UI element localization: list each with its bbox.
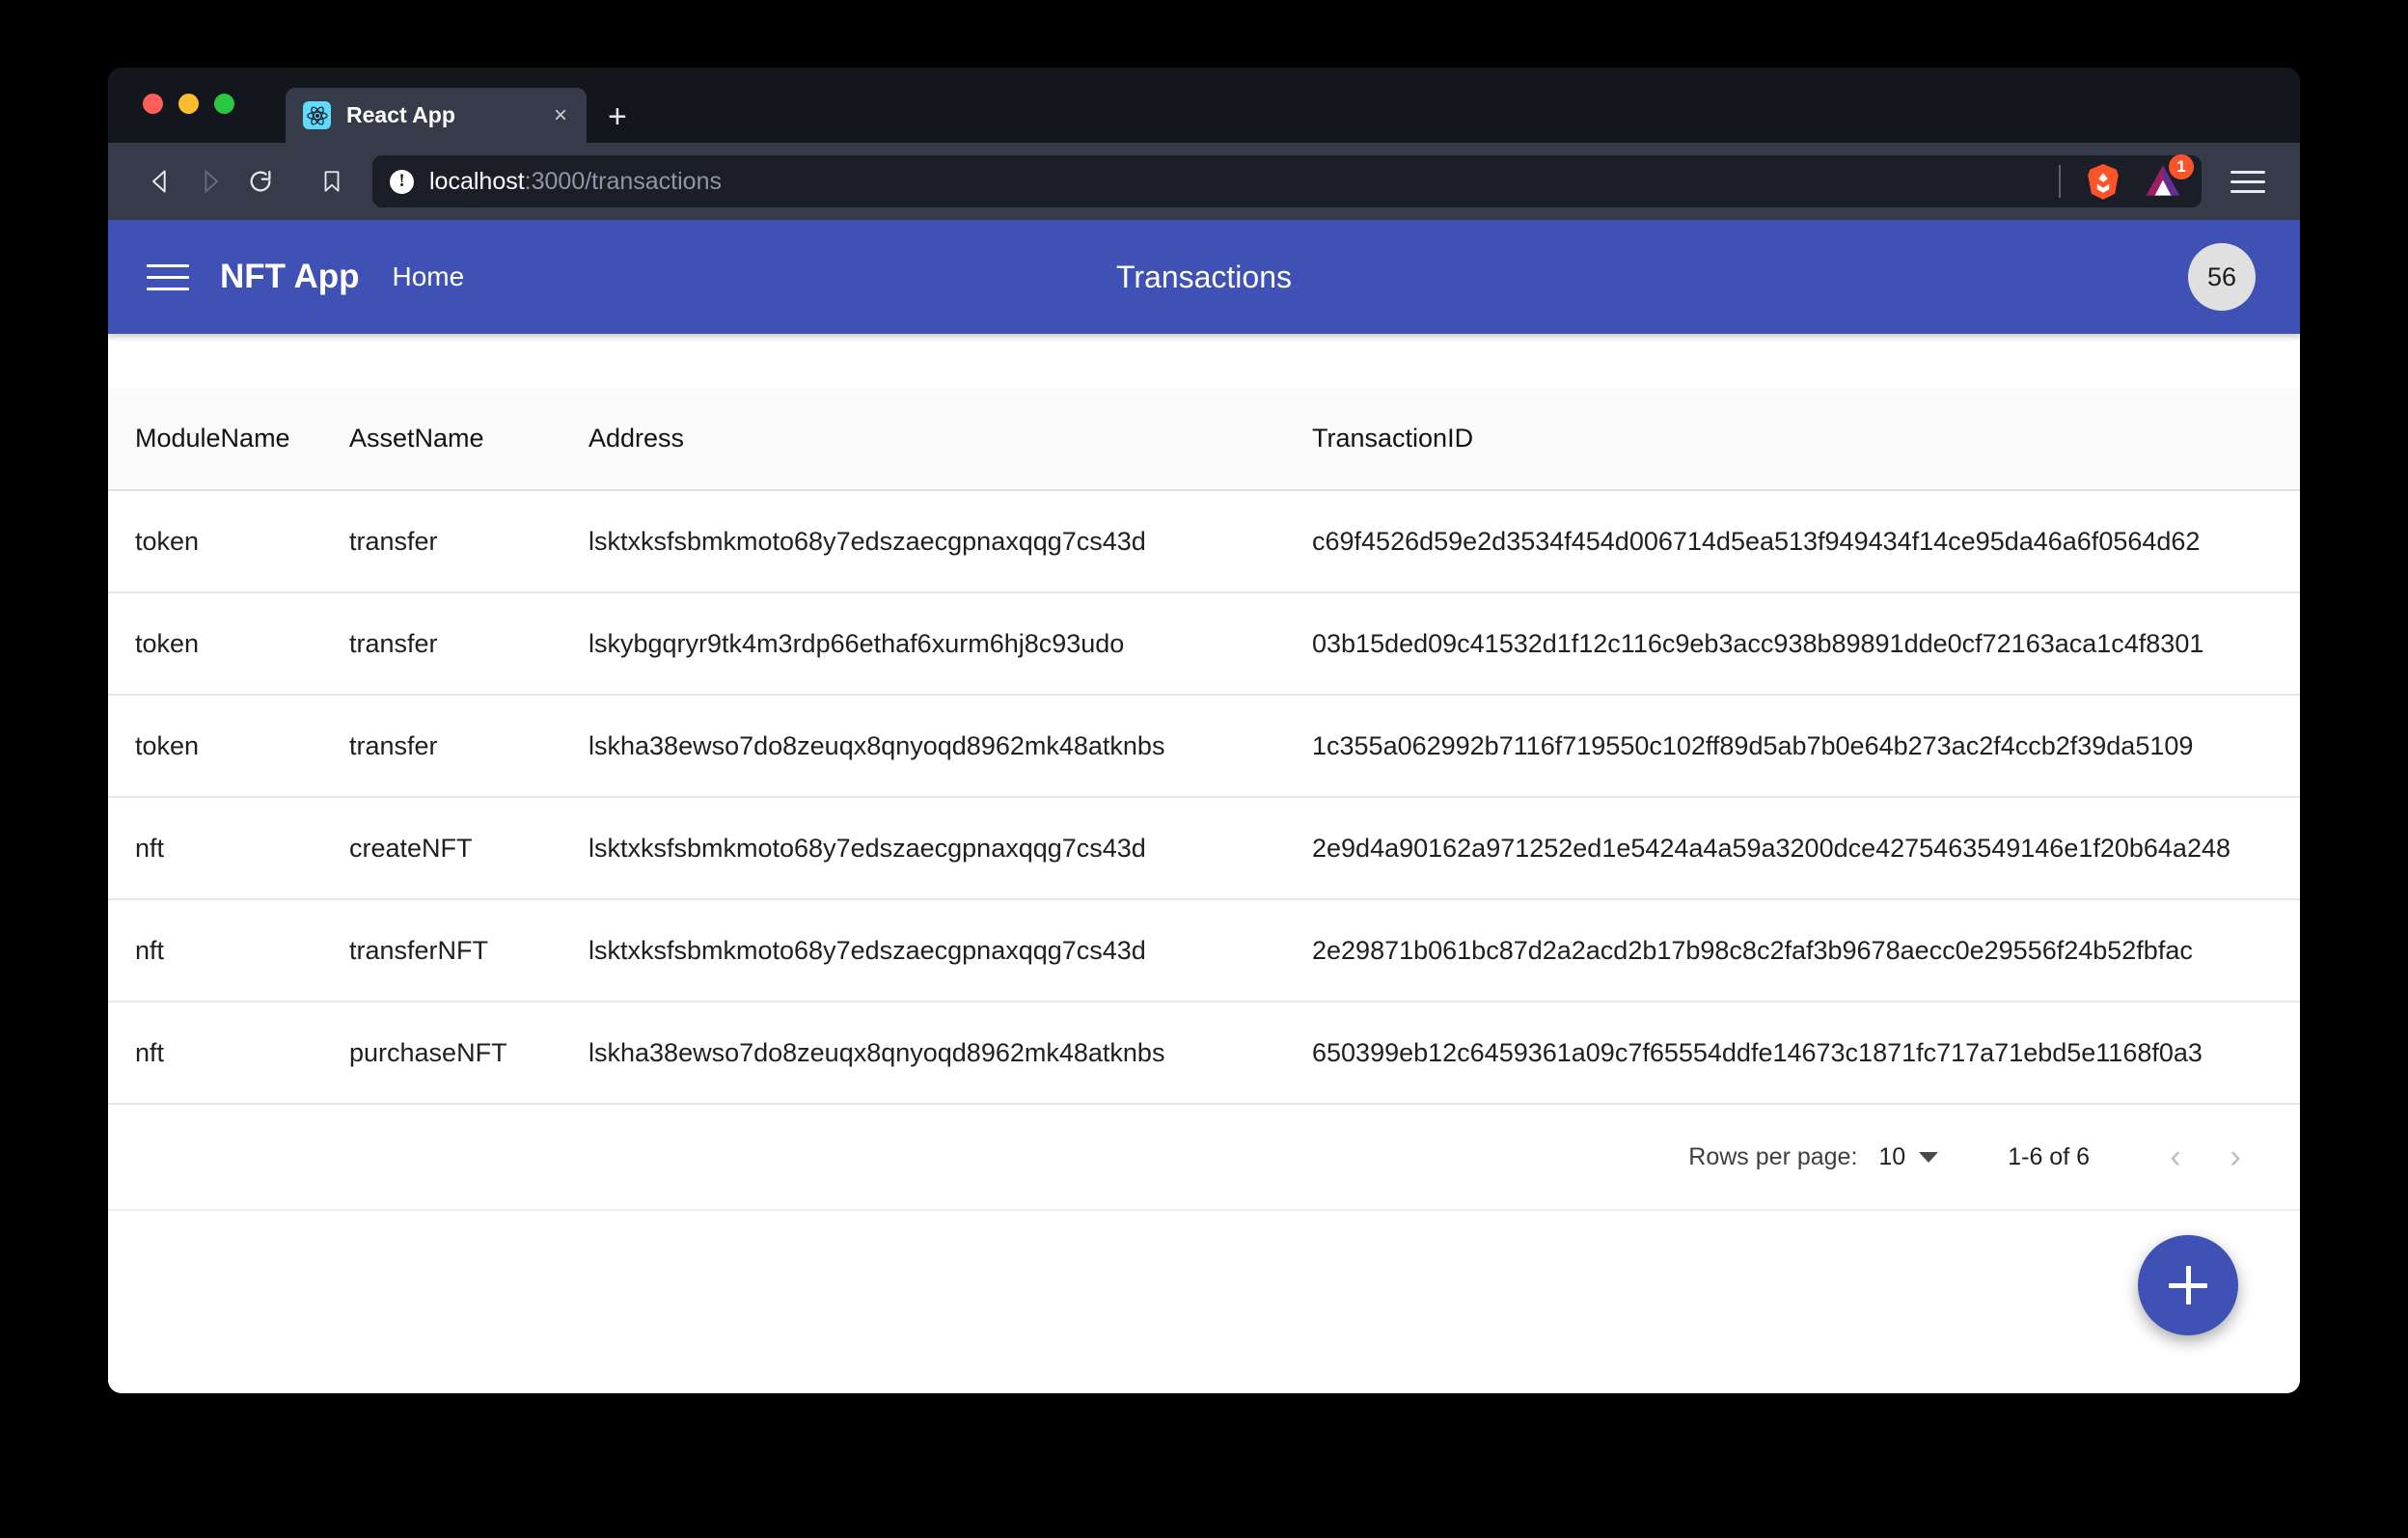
browser-menu-icon[interactable] (2230, 159, 2275, 204)
cell-modulename: token (108, 695, 349, 797)
minimize-window-button[interactable] (178, 94, 199, 114)
maximize-window-button[interactable] (214, 94, 234, 114)
app-brand: NFT App (220, 258, 360, 296)
cell-transactionid: 2e9d4a90162a971252ed1e5424a4a59a3200dce4… (1312, 797, 2300, 899)
page-viewport: NFT App Home Transactions 56 ModuleName … (108, 220, 2300, 1393)
url-path: :3000/transactions (525, 168, 722, 195)
bookmark-icon[interactable] (307, 156, 357, 206)
cell-assetname: purchaseNFT (349, 1002, 588, 1104)
transactions-table-container: ModuleName AssetName Address Transaction… (108, 388, 2300, 1105)
browser-tab-title: React App (346, 102, 548, 128)
cell-modulename: token (108, 490, 349, 592)
url-host: localhost (429, 168, 525, 195)
cell-modulename: nft (108, 1002, 349, 1104)
table-row[interactable]: nft purchaseNFT lskha38ewso7do8zeuqx8qny… (108, 1002, 2300, 1104)
add-transaction-fab[interactable] (2138, 1235, 2238, 1335)
table-body: token transfer lsktxksfsbmkmoto68y7edsza… (108, 490, 2300, 1104)
cell-modulename: nft (108, 797, 349, 899)
table-row[interactable]: token transfer lskha38ewso7do8zeuqx8qnyo… (108, 695, 2300, 797)
forward-arrow-icon (185, 156, 235, 206)
table-header-row: ModuleName AssetName Address Transaction… (108, 388, 2300, 490)
cell-modulename: nft (108, 899, 349, 1002)
browser-window: React App × + ! localhost:3000/transacti… (108, 68, 2300, 1393)
not-secure-icon[interactable]: ! (390, 170, 414, 194)
browser-toolbar: ! localhost:3000/transactions 1 (108, 143, 2300, 220)
close-tab-button[interactable]: × (548, 100, 573, 131)
toolbar-divider (2059, 165, 2061, 198)
cell-address: lsktxksfsbmkmoto68y7edszaecgpnaxqqg7cs43… (588, 899, 1312, 1002)
rows-per-page-value: 10 (1878, 1143, 1905, 1171)
cell-address: lsktxksfsbmkmoto68y7edszaecgpnaxqqg7cs43… (588, 490, 1312, 592)
close-window-button[interactable] (143, 94, 163, 114)
address-bar[interactable]: ! localhost:3000/transactions 1 (372, 155, 2202, 207)
page-bottom-area (108, 1211, 2300, 1393)
cell-modulename: token (108, 592, 349, 695)
browser-tab-strip: React App × + (108, 68, 2300, 143)
back-arrow-icon[interactable] (135, 156, 185, 206)
cell-transactionid: 2e29871b061bc87d2a2acd2b17b98c8c2faf3b96… (1312, 899, 2300, 1002)
column-header-transactionid[interactable]: TransactionID (1312, 388, 2300, 490)
cell-address: lskha38ewso7do8zeuqx8qnyoqd8962mk48atknb… (588, 695, 1312, 797)
table-head: ModuleName AssetName Address Transaction… (108, 388, 2300, 490)
cell-assetname: transfer (349, 695, 588, 797)
bat-badge-count: 1 (2169, 154, 2194, 179)
pagination-range: 1-6 of 6 (2008, 1143, 2090, 1171)
cell-address: lskha38ewso7do8zeuqx8qnyoqd8962mk48atknb… (588, 1002, 1312, 1104)
cell-transactionid: c69f4526d59e2d3534f454d006714d5ea513f949… (1312, 490, 2300, 592)
column-header-assetname[interactable]: AssetName (349, 388, 588, 490)
react-logo-icon (303, 101, 331, 129)
plus-icon-vertical (2186, 1266, 2191, 1305)
table-row[interactable]: nft transferNFT lsktxksfsbmkmoto68y7edsz… (108, 899, 2300, 1002)
new-tab-button[interactable]: + (608, 100, 627, 133)
cell-transactionid: 1c355a062992b7116f719550c102ff89d5ab7b0e… (1312, 695, 2300, 797)
address-bar-text: localhost:3000/transactions (429, 168, 722, 196)
cell-assetname: createNFT (349, 797, 588, 899)
window-controls (143, 94, 234, 114)
cell-transactionid: 03b15ded09c41532d1f12c116c9eb3acc938b898… (1312, 592, 2300, 695)
cell-address: lskybgqryr9tk4m3rdp66ethaf6xurm6hj8c93ud… (588, 592, 1312, 695)
app-menu-icon[interactable] (147, 253, 195, 301)
bat-triangle-icon[interactable]: 1 (2142, 160, 2184, 203)
cell-assetname: transferNFT (349, 899, 588, 1002)
table-row[interactable]: token transfer lsktxksfsbmkmoto68y7edsza… (108, 490, 2300, 592)
browser-tab[interactable]: React App × (286, 88, 587, 143)
content-spacer (108, 334, 2300, 388)
brave-lion-icon[interactable] (2082, 160, 2124, 203)
cell-assetname: transfer (349, 592, 588, 695)
column-header-address[interactable]: Address (588, 388, 1312, 490)
previous-page-button[interactable]: ‹ (2146, 1127, 2205, 1187)
table-pagination: Rows per page: 10 1-6 of 6 ‹ › (108, 1105, 2300, 1211)
cell-transactionid: 650399eb12c6459361a09c7f65554ddfe14673c1… (1312, 1002, 2300, 1104)
transactions-table: ModuleName AssetName Address Transaction… (108, 388, 2300, 1105)
reload-icon[interactable] (235, 156, 286, 206)
rows-per-page-select[interactable]: 10 (1878, 1143, 1938, 1171)
chevron-down-icon (1919, 1152, 1938, 1163)
table-row[interactable]: token transfer lskybgqryr9tk4m3rdp66etha… (108, 592, 2300, 695)
app-header: NFT App Home Transactions 56 (108, 220, 2300, 334)
cell-address: lsktxksfsbmkmoto68y7edszaecgpnaxqqg7cs43… (588, 797, 1312, 899)
next-page-button[interactable]: › (2205, 1127, 2265, 1187)
table-row[interactable]: nft createNFT lsktxksfsbmkmoto68y7edszae… (108, 797, 2300, 899)
column-header-modulename[interactable]: ModuleName (108, 388, 349, 490)
nav-link-home[interactable]: Home (393, 261, 465, 292)
rows-per-page-label: Rows per page: (1688, 1143, 1857, 1171)
avatar[interactable]: 56 (2188, 243, 2256, 311)
cell-assetname: transfer (349, 490, 588, 592)
